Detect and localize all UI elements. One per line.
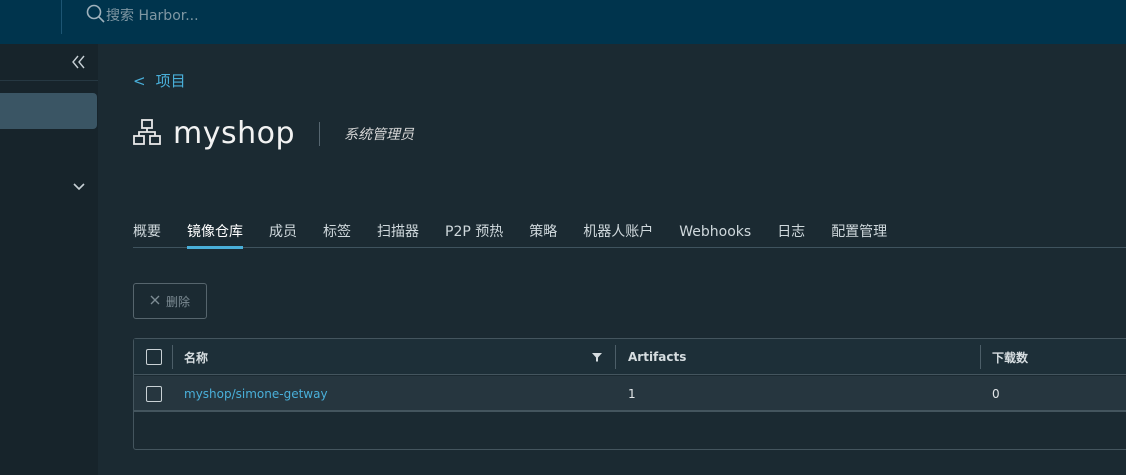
project-icon [133,118,161,150]
main-content: < 项目 myshop 系统管理员 概要 镜像仓库 成员 标签 扫描器 P2P … [98,44,1126,475]
repository-table: 名称 Artifacts 下载数 myshop/simone-getway 1 … [133,338,1126,450]
tab-scanner[interactable]: 扫描器 [377,222,419,248]
table-header: 名称 Artifacts 下载数 [134,339,1126,375]
table-row[interactable]: myshop/simone-getway 1 0 [134,376,1126,412]
pull-count: 0 [992,387,1000,401]
tab-policy[interactable]: 策略 [529,222,557,248]
column-header-pulls[interactable]: 下载数 [992,339,1028,375]
page-title: myshop [173,116,296,151]
search-input[interactable] [106,8,326,24]
delete-button-label: 删除 [165,294,190,309]
column-divider [980,345,981,369]
breadcrumb-projects-link[interactable]: 项目 [156,70,186,91]
header-divider [61,0,62,34]
artifacts-count: 1 [628,387,636,401]
tab-logs[interactable]: 日志 [777,222,805,248]
top-header [0,0,1126,44]
delete-button[interactable]: 删除 [133,283,207,319]
column-divider [615,345,616,369]
breadcrumb-back-arrow[interactable]: < [133,72,146,90]
filter-icon[interactable] [592,339,602,375]
tab-members[interactable]: 成员 [269,222,297,248]
chevron-down-icon[interactable] [72,177,86,191]
column-header-artifacts[interactable]: Artifacts [628,339,686,375]
tab-robot-accounts[interactable]: 机器人账户 [583,222,653,248]
project-tabs: 概要 镜像仓库 成员 标签 扫描器 P2P 预热 策略 机器人账户 Webhoo… [133,222,1126,249]
tab-webhooks[interactable]: Webhooks [679,222,751,248]
collapse-sidebar-icon[interactable] [70,54,88,70]
global-search[interactable] [86,4,326,28]
select-all-cell [146,339,162,375]
select-all-checkbox[interactable] [146,349,162,365]
tab-summary[interactable]: 概要 [133,222,161,248]
search-icon[interactable] [86,4,106,28]
column-divider [172,345,173,369]
tab-configuration[interactable]: 配置管理 [831,222,887,248]
repository-name-link[interactable]: myshop/simone-getway [184,376,328,412]
project-role: 系统管理员 [344,126,415,143]
column-header-name[interactable]: 名称 [184,339,208,375]
sidebar-item-projects[interactable] [0,93,97,129]
sidebar [0,44,98,475]
tab-repositories[interactable]: 镜像仓库 [187,222,243,249]
project-title-row: myshop 系统管理员 [133,116,414,151]
breadcrumb[interactable]: < 项目 [133,70,186,91]
title-divider [319,121,321,146]
tab-labels[interactable]: 标签 [323,222,351,248]
sidebar-divider [0,80,98,81]
row-select-cell [146,376,162,412]
tab-p2p-preheat[interactable]: P2P 预热 [445,222,503,248]
close-icon [150,294,160,308]
row-checkbox[interactable] [146,386,162,402]
